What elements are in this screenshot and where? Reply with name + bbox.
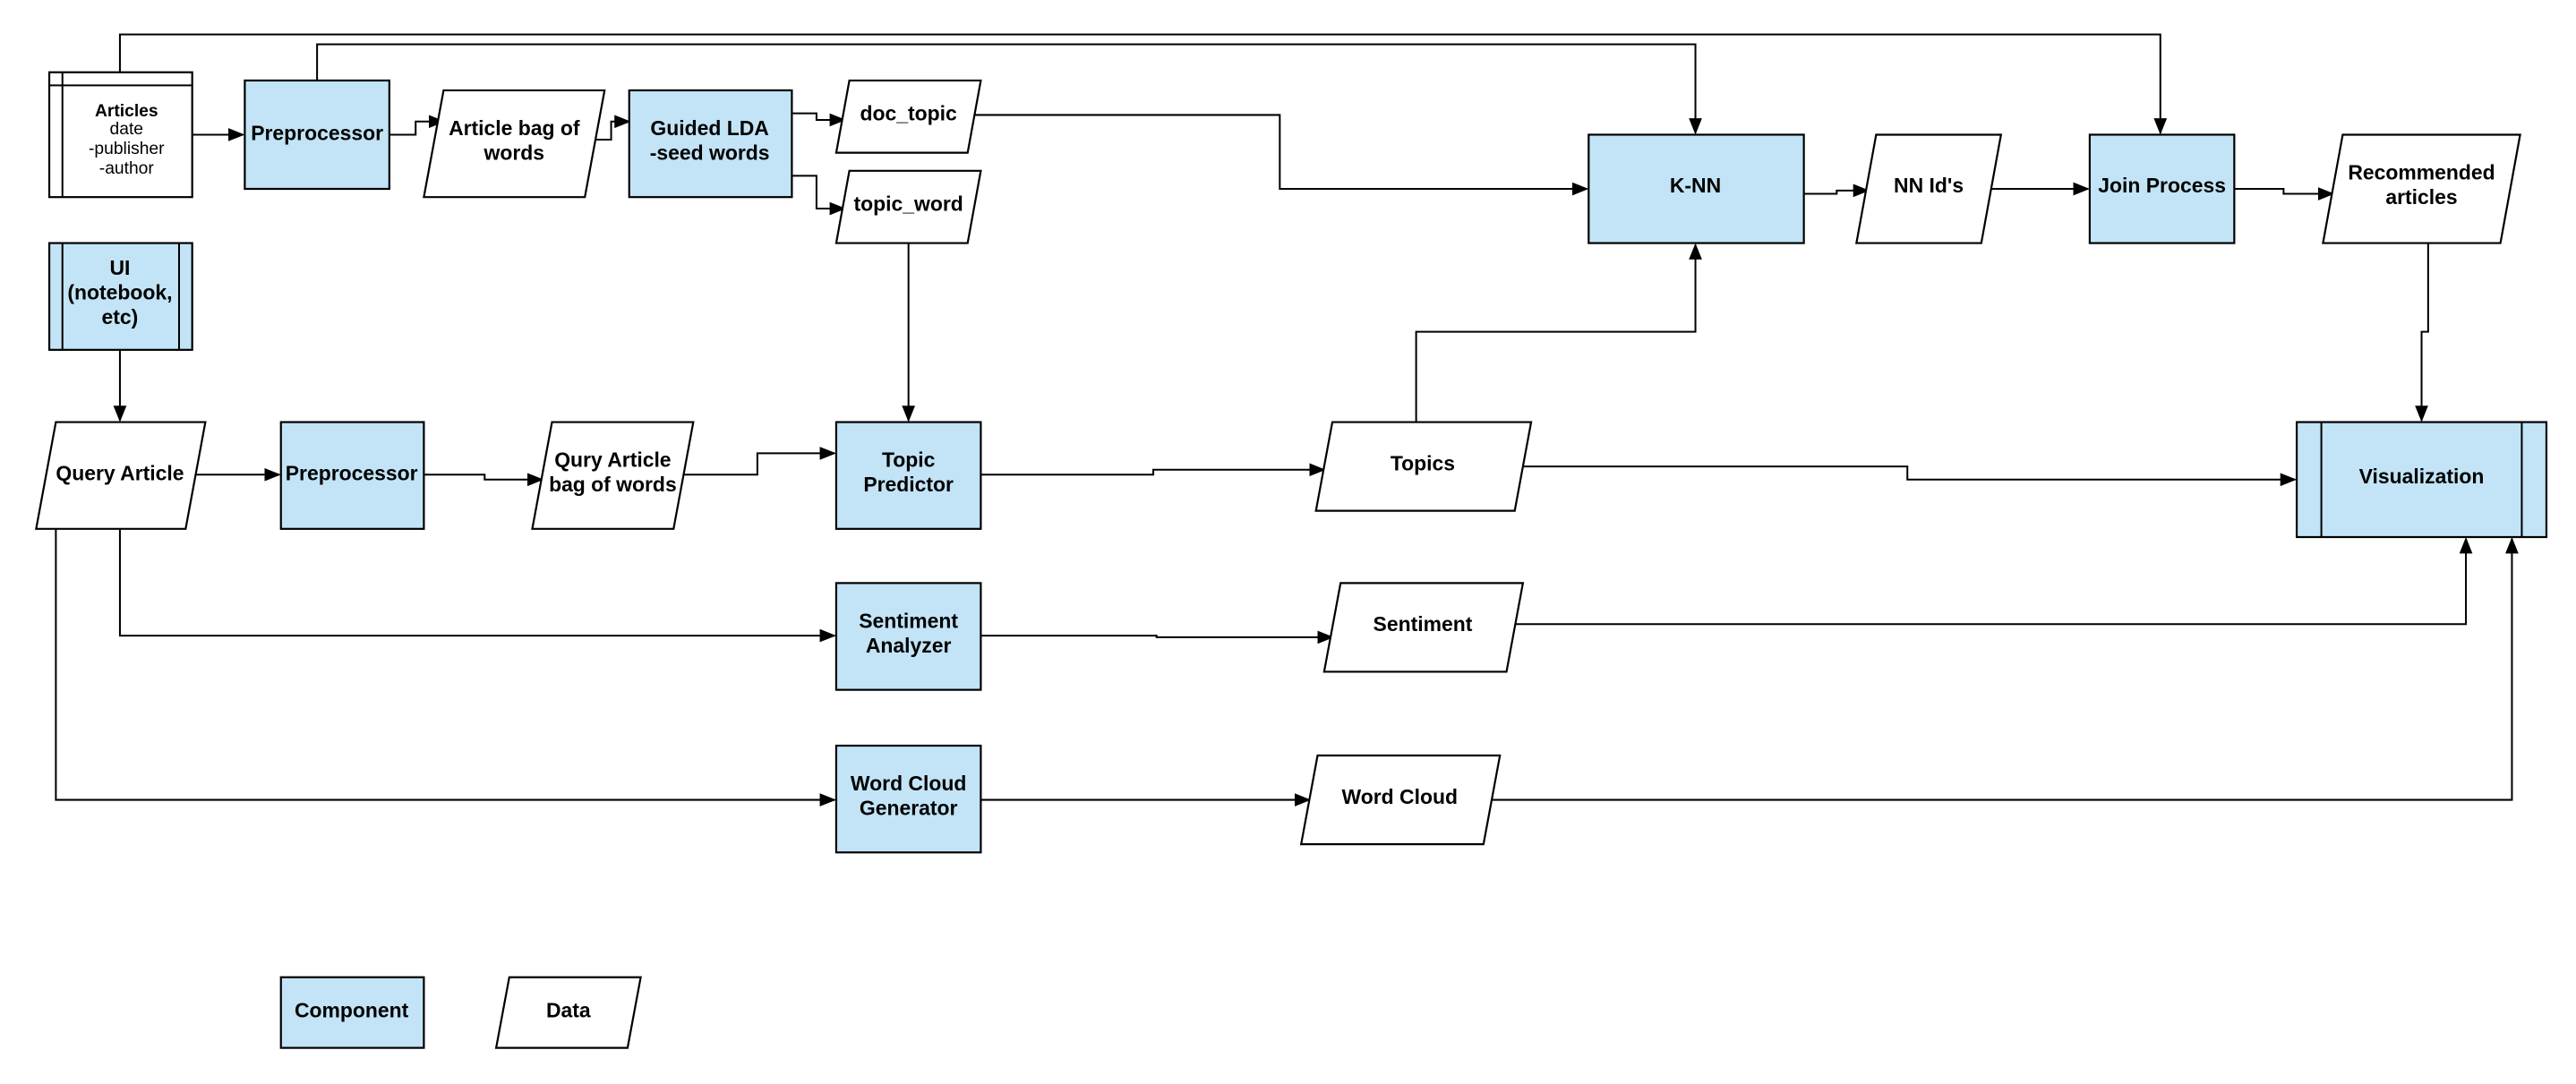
node-label: NN Id's (1894, 174, 1964, 197)
articles-field: date (110, 120, 143, 139)
edge-query-sentiment-analyzer (118, 528, 836, 643)
legend-data-label: Data (546, 998, 591, 1021)
preprocessor-1: Preprocessor (244, 79, 390, 191)
node-label: etc) (102, 305, 139, 329)
query-article-bag-of-words: Qury Article bag of words (531, 421, 695, 530)
node-label: Topic (882, 448, 936, 472)
node-label: Sentiment (859, 609, 958, 632)
topic-word: topic_word (834, 169, 982, 244)
node-label: doc_topic (860, 102, 958, 125)
node-label: Topics (1391, 451, 1455, 474)
edge-doctopic-knn (974, 114, 1589, 196)
edge-knn-nnids (1803, 184, 1870, 198)
edge-recommended-visualization (2415, 243, 2429, 423)
node-label: words (484, 141, 545, 165)
legend-component-label: Component (295, 998, 409, 1021)
node-label: Generator (860, 797, 958, 820)
recommended-articles: Recommended articles (2322, 133, 2521, 244)
node-label: Visualization (2359, 465, 2485, 488)
word-cloud: Word Cloud (1299, 754, 1502, 846)
visualization: Visualization (2295, 421, 2548, 539)
legend: Component Data (279, 976, 642, 1049)
node-label: Guided LDA (650, 116, 768, 140)
guided-lda: Guided LDA -seed words (628, 89, 793, 199)
node-label: Preprocessor (286, 461, 418, 484)
node-label: Qury Article (554, 448, 671, 472)
doc-topic: doc_topic (834, 79, 982, 154)
query-article: Query Article (35, 421, 207, 530)
node-label: Sentiment (1374, 612, 1473, 636)
join-process: Join Process (2088, 133, 2236, 244)
edge-sentiment-visualization (1511, 536, 2473, 626)
node-label: Word Cloud (851, 772, 966, 795)
node-label: Recommended (2348, 161, 2495, 184)
edge-query-wordcloud-generator (55, 528, 836, 807)
articles-title: Articles (95, 102, 158, 121)
node-label: Join Process (2098, 174, 2226, 197)
node-label: K-NN (1670, 174, 1721, 197)
edge-lda-topicword (792, 175, 846, 216)
node-label: (notebook, (67, 281, 172, 304)
edge-predictor-topics (980, 463, 1326, 477)
node-label: bag of words (549, 473, 677, 496)
node-label: -seed words (650, 141, 770, 165)
edge-articles-join (118, 33, 2168, 135)
edge-topics-knn (1415, 243, 1702, 423)
node-label: Word Cloud (1342, 785, 1458, 808)
node-label: Analyzer (866, 634, 952, 657)
sentiment: Sentiment (1322, 582, 1525, 673)
edge-analyzer-sentiment (980, 630, 1334, 644)
node-label: topic_word (854, 192, 963, 215)
edge-lda-doctopic (792, 112, 846, 127)
node-label: Article bag of (449, 116, 580, 140)
preprocessor-2: Preprocessor (279, 421, 425, 530)
node-label: Preprocessor (251, 122, 383, 145)
knn: K-NN (1588, 133, 1805, 244)
edge-querybag-predictor (680, 447, 836, 476)
topic-predictor: Topic Predictor (834, 421, 982, 530)
articles-store: Articles date -publisher -author (47, 71, 193, 199)
article-bag-of-words: Article bag of words (423, 89, 606, 199)
edge-wordcloud-visualization (1486, 536, 2519, 801)
node-label: Predictor (863, 473, 954, 496)
node-label: Query Article (56, 461, 184, 484)
articles-field: -publisher (89, 140, 165, 158)
sentiment-analyzer: Sentiment Analyzer (834, 582, 982, 691)
edge-topics-visualization (1521, 465, 2298, 487)
nn-ids: NN Id's (1855, 133, 2003, 244)
node-label: UI (109, 256, 130, 279)
word-cloud-generator: Word Cloud Generator (834, 744, 982, 854)
edge-join-recommended (2234, 187, 2335, 201)
flow-diagram: Articles date -publisher -author Preproc… (35, 33, 2548, 1049)
topics: Topics (1314, 421, 1533, 512)
edge-preprocessor-querybag (424, 473, 544, 487)
node-label: articles (2385, 185, 2457, 209)
ui-component: UI (notebook, etc) (47, 242, 193, 351)
articles-field: -author (99, 159, 155, 178)
